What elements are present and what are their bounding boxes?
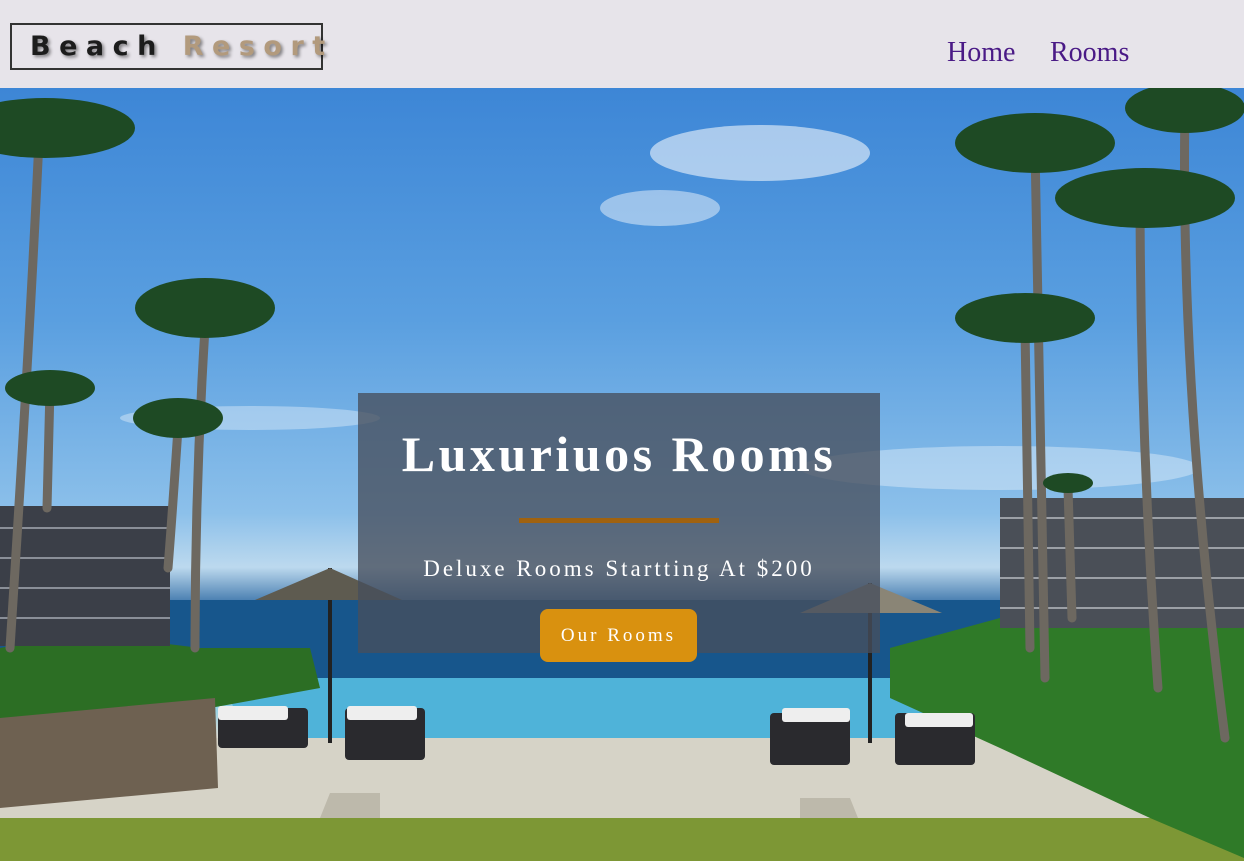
hero-divider bbox=[519, 518, 719, 523]
our-rooms-button[interactable]: Our Rooms bbox=[540, 609, 697, 662]
brand-logo[interactable]: Beach Resort bbox=[10, 23, 325, 70]
brand-logo-text: Beach Resort bbox=[30, 31, 334, 62]
brand-word-resort: Resort bbox=[182, 31, 334, 62]
nav-link-rooms[interactable]: Rooms bbox=[1050, 37, 1129, 69]
hero-subtitle: Deluxe Rooms Startting At $200 bbox=[423, 556, 815, 581]
brand-word-beach: Beach bbox=[30, 31, 165, 62]
nav-link-home[interactable]: Home bbox=[947, 37, 1015, 69]
navbar: Beach Resort Home Rooms bbox=[0, 0, 1244, 88]
hero-title: Luxuriuos Rooms bbox=[401, 426, 837, 482]
